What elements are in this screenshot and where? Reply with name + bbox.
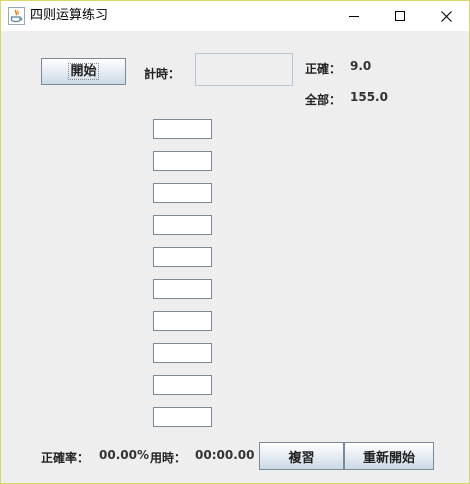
restart-button[interactable]: 重新開始 <box>344 442 434 470</box>
minimize-button[interactable] <box>331 1 377 31</box>
elapsed-value: 00:00.00 <box>195 448 255 462</box>
start-button-label: 開始 <box>68 63 99 80</box>
total-label: 全部： <box>305 93 342 107</box>
restart-button-label: 重新開始 <box>362 450 415 466</box>
correct-value: 9.0 <box>350 59 372 73</box>
review-button[interactable]: 複習 <box>259 442 344 470</box>
answer-field[interactable] <box>153 247 212 267</box>
window-title: 四则运算练习 <box>30 8 109 23</box>
app-window: 四则运算练习 開始 計時： 正確： 9.0 全部： 155.0 正確率： 00.… <box>0 0 470 484</box>
accuracy-value: 00.00% <box>99 448 149 462</box>
close-icon <box>440 10 452 22</box>
content-panel: 開始 計時： 正確： 9.0 全部： 155.0 正確率： 00.00% 用時：… <box>1 31 469 483</box>
timer-display <box>195 53 293 86</box>
maximize-button[interactable] <box>377 1 423 31</box>
answer-field[interactable] <box>153 311 212 331</box>
accuracy-label: 正確率： <box>41 451 90 465</box>
correct-label: 正確： <box>305 62 342 76</box>
answer-field[interactable] <box>153 407 212 427</box>
maximize-icon <box>395 11 405 21</box>
timer-label: 計時： <box>144 67 181 81</box>
total-value: 155.0 <box>350 90 388 104</box>
close-button[interactable] <box>423 1 469 31</box>
minimize-icon <box>349 16 359 17</box>
title-bar: 四则运算练习 <box>1 1 469 31</box>
review-button-label: 複習 <box>288 450 315 466</box>
answer-field[interactable] <box>153 215 212 235</box>
answer-field[interactable] <box>153 375 212 395</box>
start-button[interactable]: 開始 <box>41 58 126 85</box>
elapsed-label: 用時： <box>150 451 187 465</box>
answer-field[interactable] <box>153 119 212 139</box>
answer-field[interactable] <box>153 151 212 171</box>
answer-field[interactable] <box>153 183 212 203</box>
answer-field[interactable] <box>153 343 212 363</box>
java-cup-icon <box>8 7 25 25</box>
answer-field[interactable] <box>153 279 212 299</box>
